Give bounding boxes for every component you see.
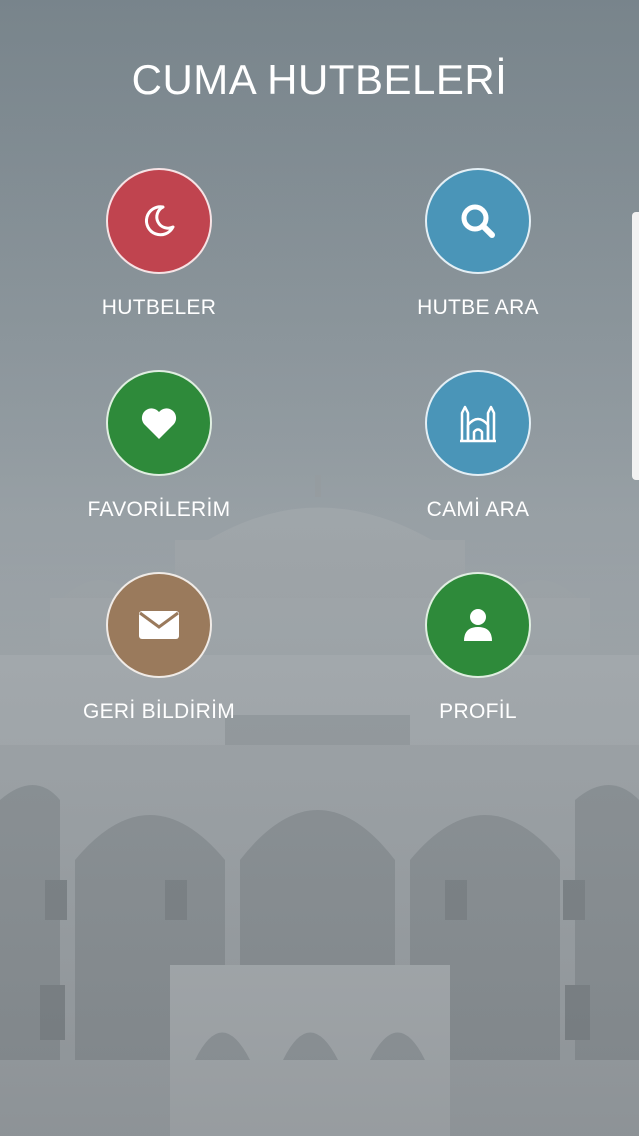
geri-bildirim-button[interactable] [106, 572, 212, 678]
hutbeler-button[interactable] [106, 168, 212, 274]
menu-item-cami-ara[interactable]: CAMİ ARA [368, 370, 588, 522]
menu-label: HUTBELER [101, 296, 217, 319]
menu-item-geri-bildirim[interactable]: GERİ BİLDİRİM [49, 572, 269, 724]
heart-icon [141, 408, 177, 439]
menu-label: GERİ BİLDİRİM [82, 700, 236, 723]
profil-button[interactable] [425, 572, 531, 678]
user-icon [464, 609, 492, 641]
moon-icon [144, 205, 175, 237]
edge-panel-handle[interactable] [632, 212, 639, 480]
menu-item-favorilerim[interactable]: FAVORİLERİM [49, 370, 269, 522]
menu-label: PROFİL [439, 700, 517, 723]
search-icon [461, 204, 495, 238]
menu-item-hutbeler[interactable]: HUTBELER [49, 168, 269, 320]
menu-label: HUTBE ARA [417, 296, 539, 319]
menu-item-profil[interactable]: PROFİL [368, 572, 588, 724]
cami-ara-button[interactable] [425, 370, 531, 476]
menu-item-hutbe-ara[interactable]: HUTBE ARA [368, 168, 588, 320]
favorilerim-button[interactable] [106, 370, 212, 476]
menu-label: CAMİ ARA [426, 498, 530, 521]
mosque-icon [460, 405, 496, 443]
hutbe-ara-button[interactable] [425, 168, 531, 274]
menu-label: FAVORİLERİM [87, 498, 231, 521]
envelope-icon [139, 611, 179, 639]
app-title: CUMA HUTBELERİ [131, 56, 508, 103]
